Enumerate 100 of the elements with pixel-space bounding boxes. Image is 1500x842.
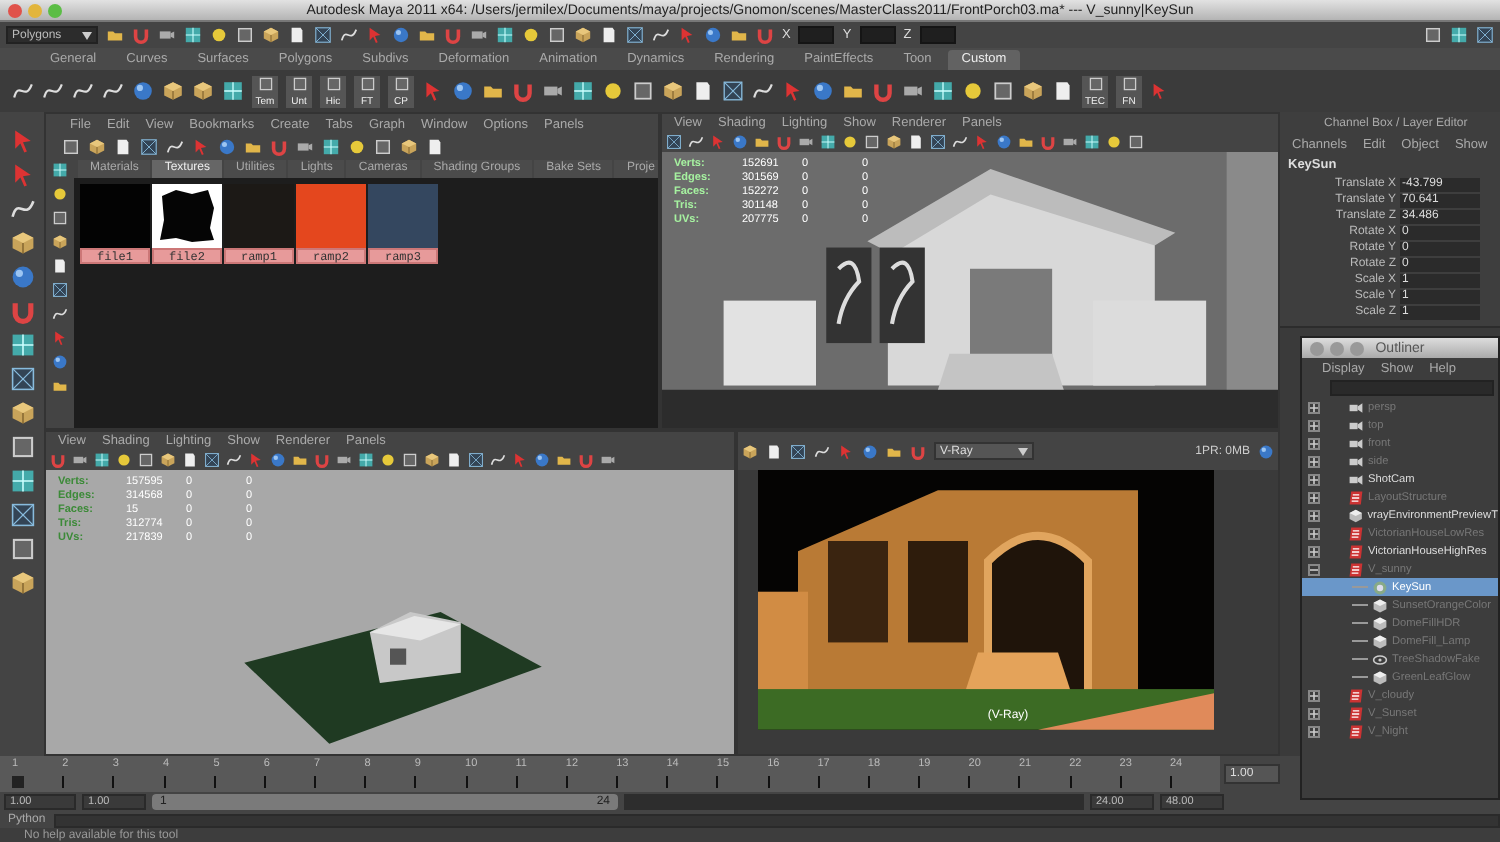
light-icon[interactable] — [210, 26, 228, 44]
page-icon[interactable] — [600, 26, 618, 44]
folder-icon[interactable] — [886, 443, 902, 459]
expand-toggle[interactable] — [1308, 545, 1320, 557]
cube-icon[interactable] — [262, 26, 280, 44]
folder-icon[interactable] — [52, 378, 68, 394]
wireframe-icon[interactable] — [468, 451, 484, 467]
frame-icon[interactable] — [1424, 26, 1442, 44]
frame-icon[interactable] — [236, 26, 254, 44]
page-icon[interactable] — [1052, 80, 1074, 102]
command-field[interactable] — [53, 813, 1500, 827]
cube-icon[interactable] — [424, 451, 440, 467]
texture-swatch[interactable] — [80, 184, 150, 248]
curve-icon[interactable] — [952, 133, 968, 149]
wireframe-icon[interactable] — [140, 137, 158, 155]
light-icon[interactable] — [52, 186, 68, 202]
close-button[interactable] — [8, 4, 22, 18]
curve-icon[interactable] — [340, 26, 358, 44]
frame-icon[interactable] — [9, 536, 35, 562]
wireframe-icon[interactable] — [9, 502, 35, 528]
magnet-icon[interactable] — [872, 80, 894, 102]
cube-icon[interactable] — [88, 137, 106, 155]
sphere-icon[interactable] — [392, 26, 410, 44]
page-icon[interactable] — [766, 443, 782, 459]
cube-icon[interactable] — [742, 443, 758, 459]
camera-icon[interactable] — [798, 133, 814, 149]
grid-icon[interactable] — [1450, 26, 1468, 44]
expand-toggle[interactable] — [1308, 473, 1320, 485]
curve-icon[interactable] — [42, 80, 64, 102]
frame-icon[interactable] — [52, 210, 68, 226]
light-icon[interactable] — [602, 80, 624, 102]
page-icon[interactable] — [52, 258, 68, 274]
grid-icon[interactable] — [52, 162, 68, 178]
search-field[interactable] — [1330, 380, 1494, 396]
sphere-icon[interactable] — [812, 80, 834, 102]
grid-icon[interactable] — [932, 80, 954, 102]
curve-icon[interactable] — [226, 451, 242, 467]
light-icon[interactable] — [522, 26, 540, 44]
camera-icon[interactable] — [470, 26, 488, 44]
sphere-icon[interactable] — [9, 264, 35, 290]
expand-toggle[interactable] — [1308, 707, 1320, 719]
wireframe-icon[interactable] — [722, 80, 744, 102]
wireframe-icon[interactable] — [666, 133, 682, 149]
sphere-icon[interactable] — [270, 451, 286, 467]
expand-toggle[interactable] — [1308, 455, 1320, 467]
curve-icon[interactable] — [814, 443, 830, 459]
texture-swatch[interactable] — [224, 184, 294, 248]
cube-icon[interactable] — [9, 570, 35, 596]
grid-icon[interactable] — [572, 80, 594, 102]
texture-swatch[interactable] — [296, 184, 366, 248]
cube-icon[interactable] — [662, 80, 684, 102]
wireframe-icon[interactable] — [314, 26, 332, 44]
frame-icon[interactable] — [62, 137, 80, 155]
wireframe-icon[interactable] — [626, 26, 644, 44]
expand-toggle[interactable] — [1308, 401, 1320, 413]
grid-icon[interactable] — [94, 451, 110, 467]
arrow-icon[interactable] — [1150, 82, 1168, 100]
folder-icon[interactable] — [418, 26, 436, 44]
frame-icon[interactable] — [992, 80, 1014, 102]
sphere-icon[interactable] — [704, 26, 722, 44]
grid-icon[interactable] — [184, 26, 202, 44]
cube-icon[interactable] — [192, 80, 214, 102]
expand-toggle[interactable] — [1308, 725, 1320, 737]
expand-toggle[interactable] — [1308, 437, 1320, 449]
curve-icon[interactable] — [752, 80, 774, 102]
magnet-icon[interactable] — [512, 80, 534, 102]
wireframe-icon[interactable] — [790, 443, 806, 459]
camera-icon[interactable] — [1062, 133, 1078, 149]
curve-icon[interactable] — [652, 26, 670, 44]
cube-icon[interactable] — [886, 133, 902, 149]
light-icon[interactable] — [1106, 133, 1122, 149]
grid-icon[interactable] — [322, 137, 340, 155]
cube-icon[interactable] — [400, 137, 418, 155]
light-icon[interactable] — [348, 137, 366, 155]
texture-swatch[interactable] — [368, 184, 438, 248]
frame-icon[interactable] — [548, 26, 566, 44]
frame-icon[interactable] — [9, 434, 35, 460]
frame-icon[interactable] — [138, 451, 154, 467]
coordinate-field[interactable] — [859, 26, 896, 44]
cube-icon[interactable] — [9, 400, 35, 426]
expand-toggle[interactable] — [1308, 689, 1320, 701]
light-icon[interactable] — [116, 451, 132, 467]
frame-icon[interactable] — [402, 451, 418, 467]
sphere-icon[interactable] — [132, 80, 154, 102]
wireframe-icon[interactable] — [930, 133, 946, 149]
grid-icon[interactable] — [1084, 133, 1100, 149]
grid-icon[interactable] — [496, 26, 514, 44]
curve-icon[interactable] — [166, 137, 184, 155]
light-icon[interactable] — [842, 133, 858, 149]
grid-icon[interactable] — [358, 451, 374, 467]
wireframe-icon[interactable] — [1476, 26, 1494, 44]
frame-icon[interactable] — [864, 133, 880, 149]
page-icon[interactable] — [288, 26, 306, 44]
sphere-icon[interactable] — [52, 354, 68, 370]
expand-toggle[interactable] — [1308, 491, 1320, 503]
cube-icon[interactable] — [1022, 80, 1044, 102]
grid-icon[interactable] — [9, 468, 35, 494]
cube-icon[interactable] — [9, 230, 35, 256]
folder-icon[interactable] — [730, 26, 748, 44]
frame-icon[interactable] — [1128, 133, 1144, 149]
